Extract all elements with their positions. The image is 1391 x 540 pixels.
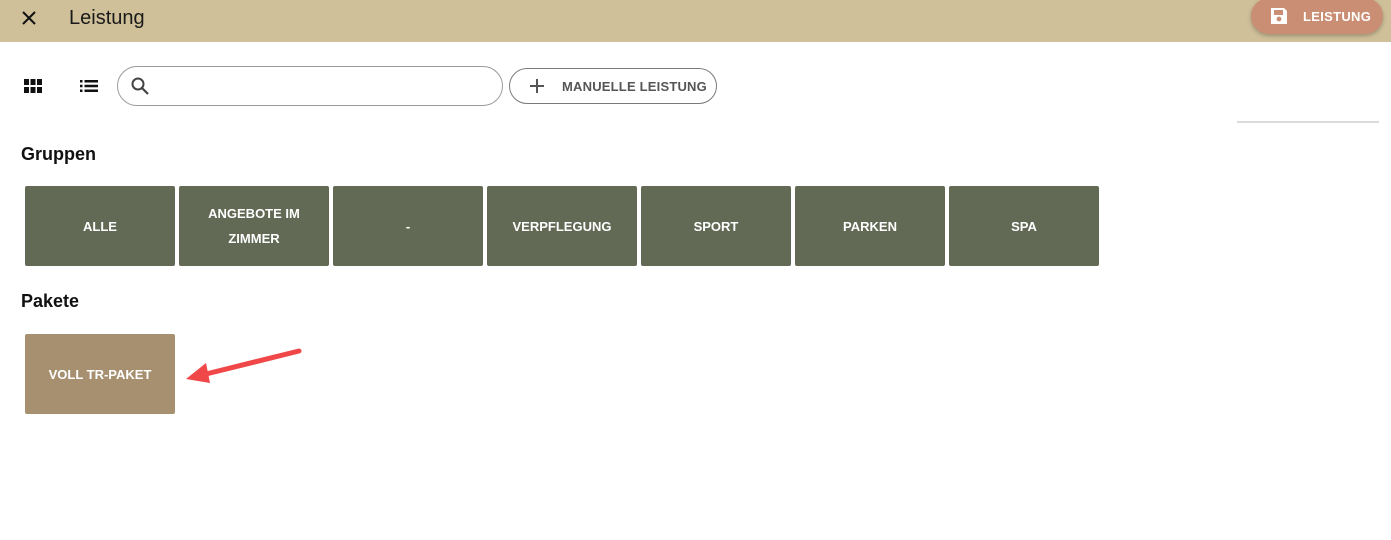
plus-icon xyxy=(527,76,547,96)
group-tile-angebote-im-zimmer[interactable]: ANGEBOTE IM ZIMMER xyxy=(179,186,329,266)
group-tile-alle[interactable]: ALLE xyxy=(25,186,175,266)
group-tile-dash[interactable]: - xyxy=(333,186,483,266)
save-button[interactable]: LEISTUNG xyxy=(1251,0,1383,34)
list-view-button[interactable] xyxy=(73,70,105,102)
package-tile-voll-tr-paket[interactable]: VOLL TR-PAKET xyxy=(25,334,175,414)
close-button[interactable] xyxy=(17,6,41,30)
group-tile-sport[interactable]: SPORT xyxy=(641,186,791,266)
save-icon xyxy=(1268,5,1290,27)
manual-service-button[interactable]: MANUELLE LEISTUNG xyxy=(509,68,717,104)
divider xyxy=(1237,121,1379,123)
search-input[interactable] xyxy=(160,73,494,101)
grid-view-button[interactable] xyxy=(17,70,49,102)
manual-service-label: MANUELLE LEISTUNG xyxy=(562,78,707,94)
group-tile-verpflegung[interactable]: VERPFLEGUNG xyxy=(487,186,637,266)
page-title: Leistung xyxy=(69,7,145,29)
group-tile-spa[interactable]: SPA xyxy=(949,186,1099,266)
grid-view-icon xyxy=(24,79,42,93)
groups-heading: Gruppen xyxy=(21,144,96,164)
packages-heading: Pakete xyxy=(21,291,80,311)
close-icon xyxy=(22,11,36,25)
search-icon xyxy=(131,77,149,95)
save-button-label: LEISTUNG xyxy=(1303,8,1372,24)
annotation-arrow-icon xyxy=(186,348,302,383)
top-bar: Leistung LEISTUNG xyxy=(0,0,1391,42)
search-box[interactable] xyxy=(117,66,503,106)
group-tile-parken[interactable]: PARKEN xyxy=(795,186,945,266)
list-view-icon xyxy=(80,80,98,92)
